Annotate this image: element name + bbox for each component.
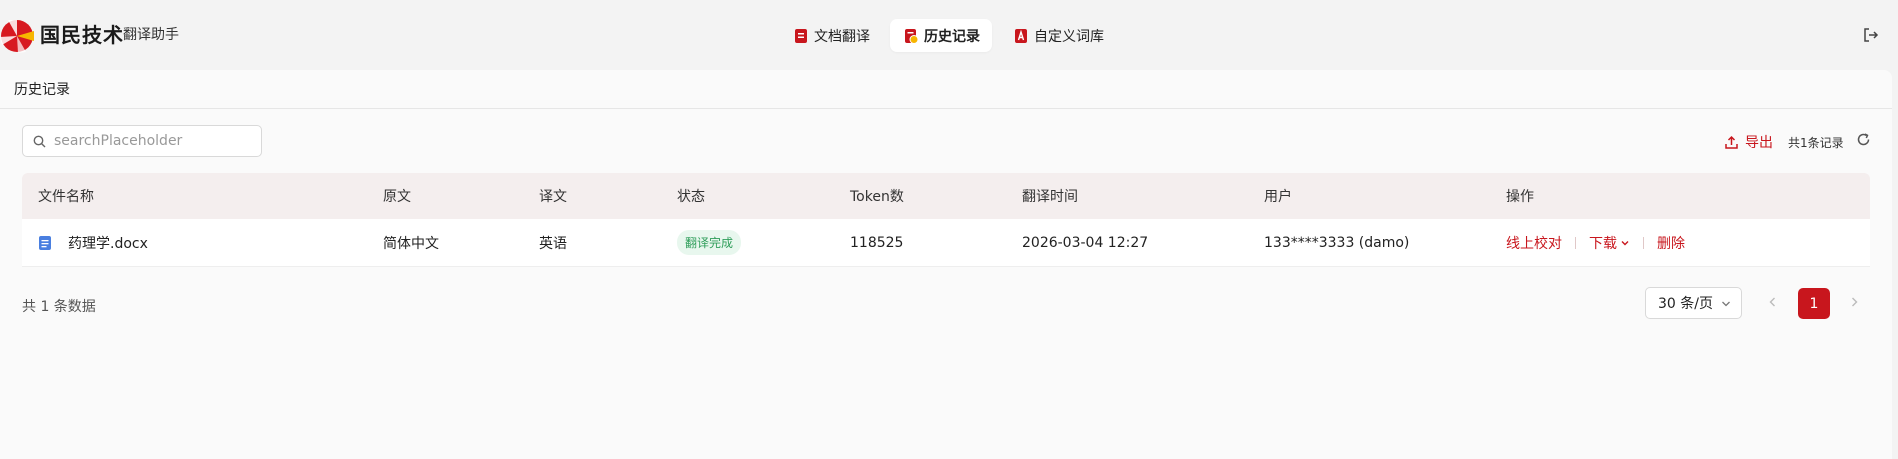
- status-cell: 翻译完成: [677, 219, 742, 266]
- refresh-icon[interactable]: [1856, 132, 1871, 147]
- dictionary-icon: [1015, 28, 1027, 43]
- chevron-down-icon: [1621, 240, 1629, 245]
- history-panel: 历史记录 导出 共1条记录 文件名称 原文 译文 状态 Token数 翻译时间 …: [0, 70, 1892, 459]
- main-nav: 文档翻译 历史记录 自定义词库: [780, 19, 1124, 52]
- page-size-select[interactable]: 30 条/页: [1645, 287, 1742, 319]
- file-name: 药理学.docx: [68, 235, 148, 252]
- chevron-down-icon: [1722, 301, 1730, 307]
- header-file-name: 文件名称: [38, 189, 94, 205]
- brand-name: 国民技术: [40, 23, 124, 47]
- page-title: 历史记录: [0, 70, 1892, 109]
- tab-doc-translate[interactable]: 文档翻译: [780, 19, 882, 52]
- tab-doc-translate-label: 文档翻译: [814, 28, 870, 45]
- search-input[interactable]: [54, 133, 254, 149]
- chevron-right-icon[interactable]: [1848, 296, 1860, 308]
- token-count: 118525: [850, 234, 904, 251]
- record-count: 共1条记录: [1788, 136, 1844, 150]
- header-source: 原文: [383, 189, 411, 205]
- history-table: 文件名称 原文 译文 状态 Token数 翻译时间 用户 操作 药理学.docx…: [22, 173, 1870, 267]
- logo-icon: [0, 20, 34, 53]
- delete-link[interactable]: 删除: [1657, 233, 1685, 253]
- source-language: 简体中文: [383, 235, 439, 252]
- history-icon: [905, 28, 918, 44]
- status-badge: 翻译完成: [677, 230, 742, 255]
- proofread-link[interactable]: 线上校对: [1506, 233, 1562, 253]
- logout-icon[interactable]: [1862, 26, 1880, 44]
- top-bar: 国民技术 翻译助手 文档翻译 历史记录 自定义词库: [0, 0, 1898, 70]
- word-file-icon: [39, 235, 51, 250]
- divider: [1643, 236, 1644, 249]
- header-status: 状态: [677, 189, 705, 205]
- translate-time: 2026-03-04 12:27: [1022, 234, 1149, 251]
- chevron-left-icon[interactable]: [1767, 296, 1779, 308]
- tab-dictionary-label: 自定义词库: [1034, 28, 1104, 45]
- file-name-cell: 药理学.docx: [38, 219, 148, 266]
- header-actions: 操作: [1506, 189, 1534, 205]
- table-header: 文件名称 原文 译文 状态 Token数 翻译时间 用户 操作: [22, 173, 1870, 219]
- search-icon: [33, 135, 46, 147]
- tab-dictionary[interactable]: 自定义词库: [1000, 19, 1116, 52]
- actions-cell: 线上校对 下载 删除: [1506, 219, 1685, 266]
- export-icon: [1725, 135, 1738, 149]
- header-target: 译文: [539, 189, 567, 205]
- divider: [1575, 236, 1576, 249]
- header-time: 翻译时间: [1022, 189, 1078, 205]
- export-button[interactable]: 导出: [1724, 132, 1773, 152]
- target-language: 英语: [539, 235, 567, 252]
- brand-subtitle: 翻译助手: [123, 27, 179, 43]
- download-label: 下载: [1589, 235, 1617, 252]
- download-dropdown[interactable]: 下载: [1589, 233, 1630, 253]
- table-row: 药理学.docx 简体中文 英语 翻译完成 118525 2026-03-04 …: [22, 219, 1870, 267]
- tab-history-label: 历史记录: [924, 28, 980, 45]
- total-count: 共 1 条数据: [22, 299, 96, 315]
- page-number-current[interactable]: 1: [1798, 288, 1830, 319]
- header-user: 用户: [1264, 189, 1292, 205]
- page-size-value: 30 条/页: [1658, 296, 1713, 312]
- tab-history[interactable]: 历史记录: [890, 19, 992, 52]
- export-label: 导出: [1745, 135, 1773, 151]
- search-box[interactable]: [22, 125, 262, 157]
- header-tokens: Token数: [850, 189, 904, 205]
- doc-translate-icon: [795, 28, 807, 43]
- user: 133****3333 (damo): [1264, 234, 1410, 251]
